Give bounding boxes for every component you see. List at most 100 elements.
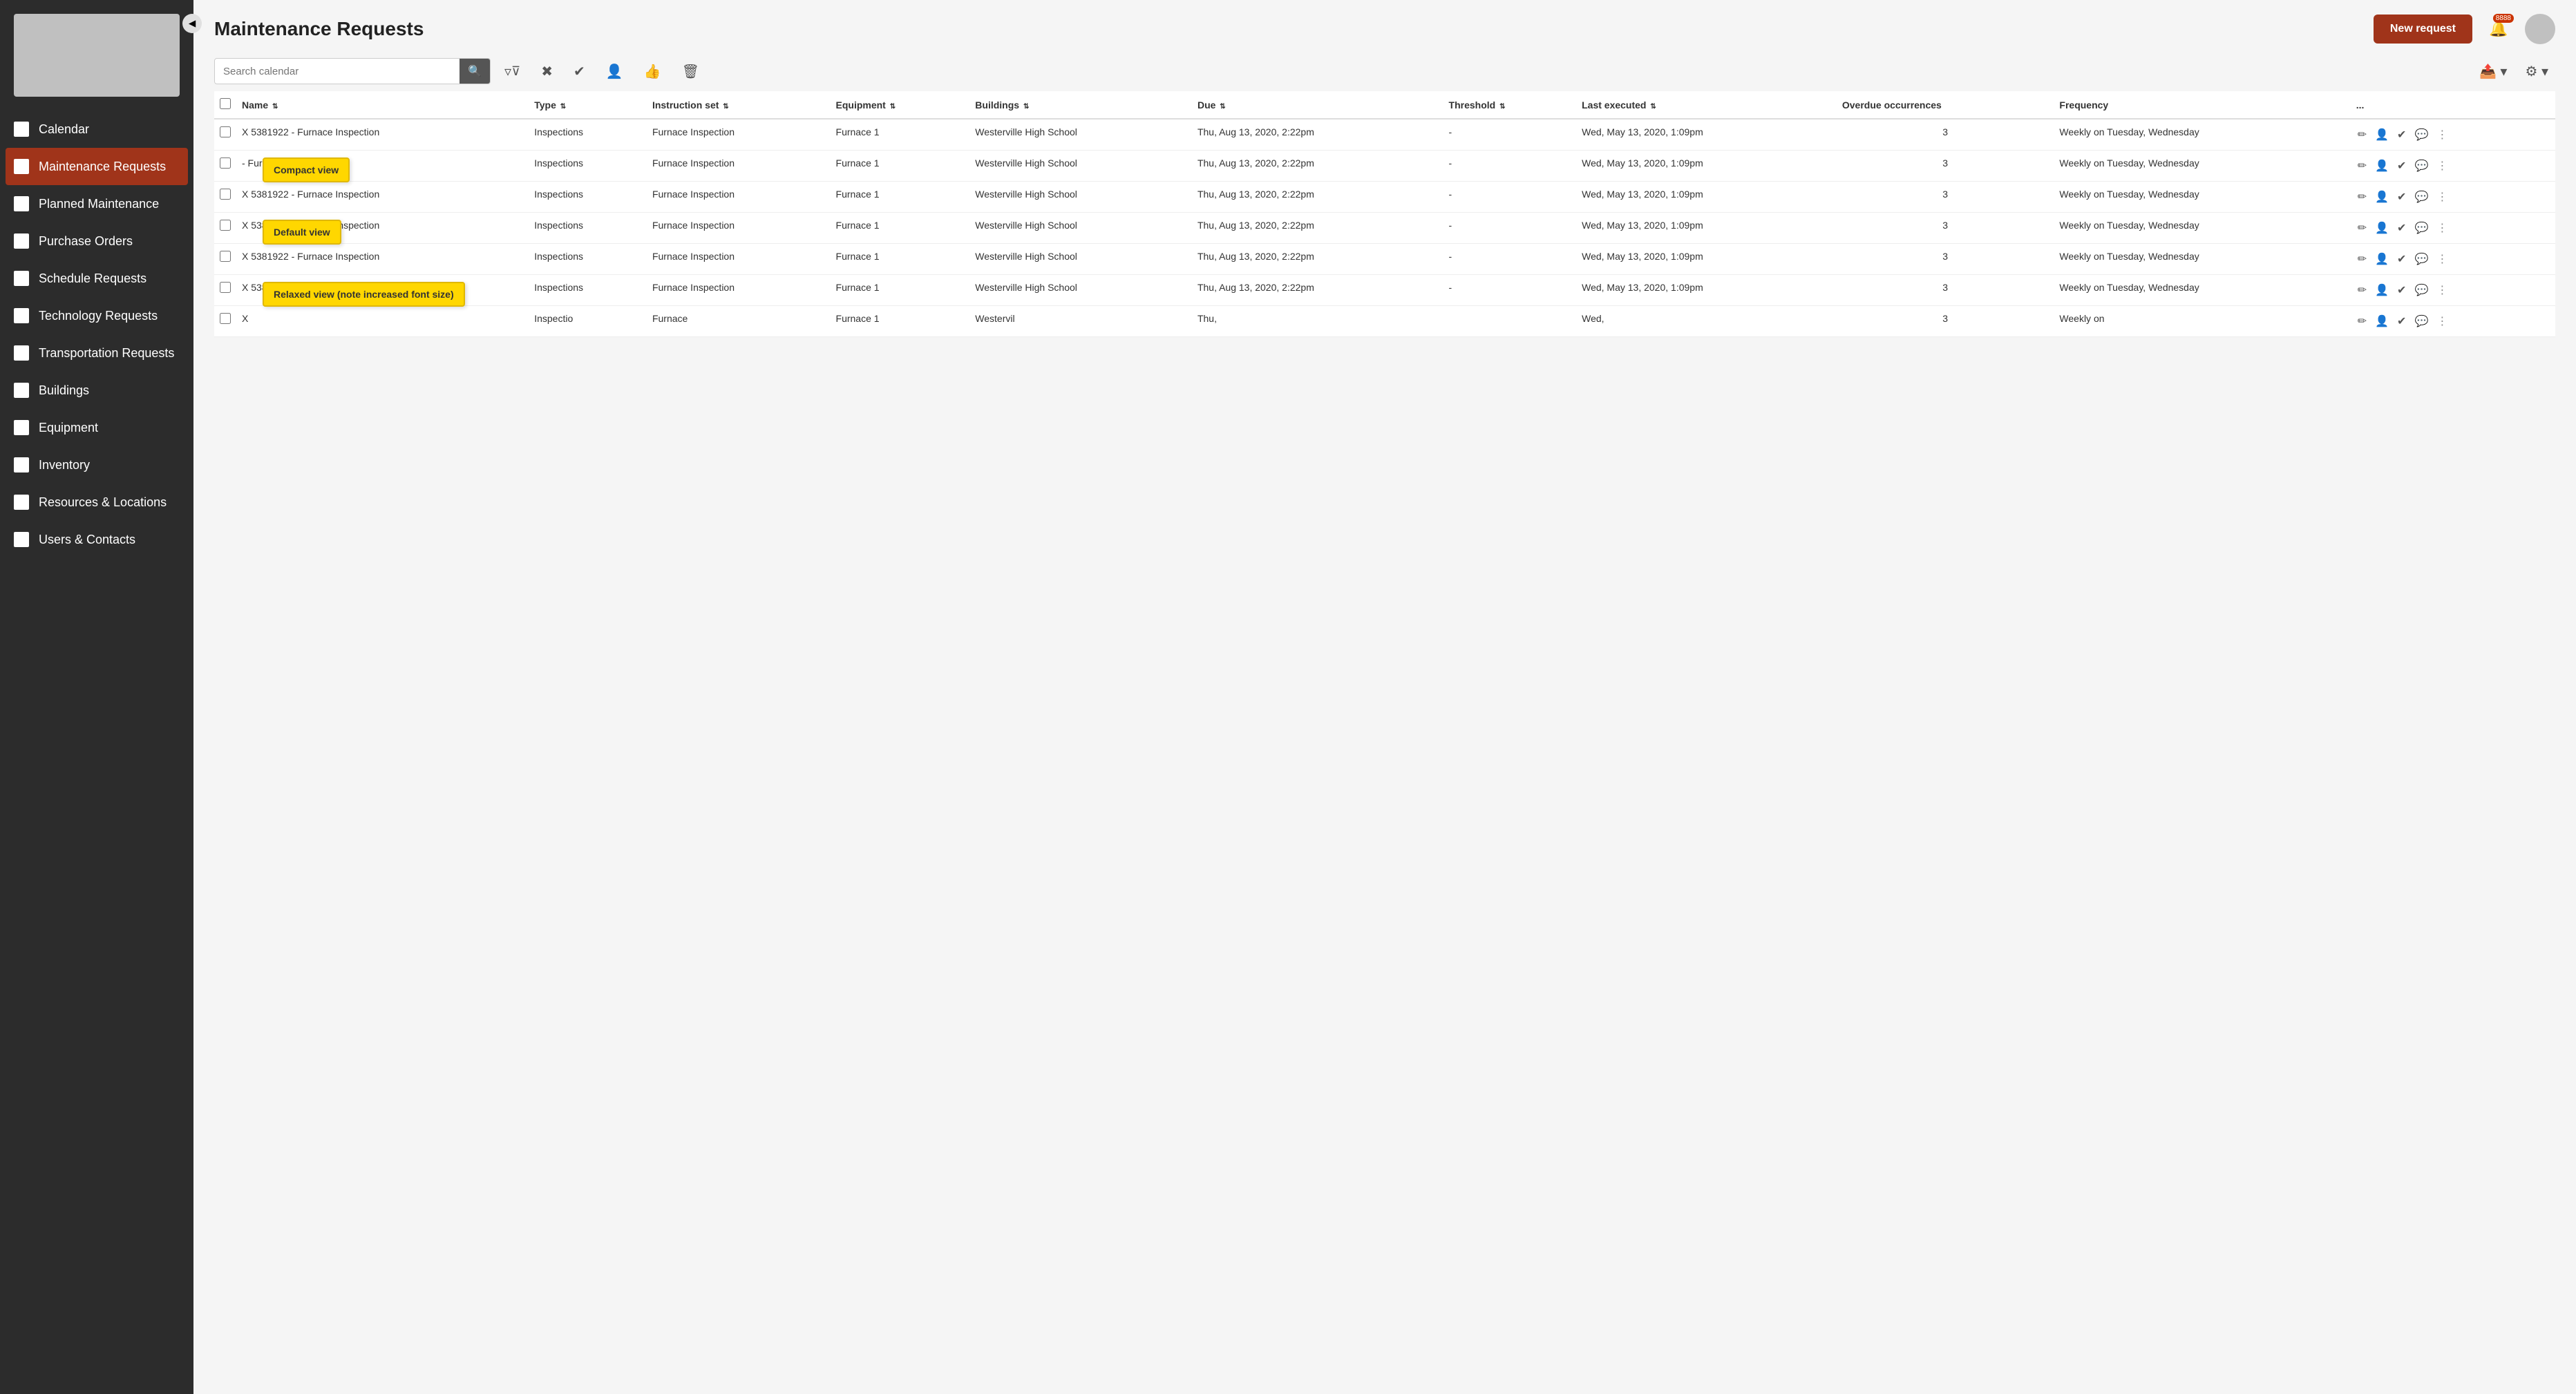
- more-button-1[interactable]: ⋮: [2435, 157, 2449, 174]
- row-checkbox-2[interactable]: [220, 189, 231, 200]
- more-button-4[interactable]: ⋮: [2435, 251, 2449, 267]
- edit-button-2[interactable]: ✏: [2356, 189, 2368, 205]
- search-input[interactable]: [215, 60, 460, 83]
- comment-button-1[interactable]: 💬: [2413, 157, 2430, 174]
- assign-button-5[interactable]: 👤: [2374, 282, 2390, 298]
- avatar[interactable]: [2525, 14, 2555, 44]
- row-checkbox-3[interactable]: [220, 220, 231, 231]
- sidebar-item-equipment[interactable]: Equipment: [0, 409, 193, 446]
- notification-bell[interactable]: 🔔 8888: [2483, 14, 2514, 44]
- edit-button-5[interactable]: ✏: [2356, 282, 2368, 298]
- assign-button-1[interactable]: 👤: [2374, 157, 2390, 174]
- col-threshold[interactable]: Threshold ⇅: [1443, 91, 1577, 119]
- assign-user-button[interactable]: 👤: [599, 59, 630, 84]
- filter-button[interactable]: ▿ ⊽: [498, 59, 527, 84]
- row-checkbox-4[interactable]: [220, 251, 231, 262]
- assign-button-0[interactable]: 👤: [2374, 126, 2390, 143]
- more-button-6[interactable]: ⋮: [2435, 313, 2449, 330]
- complete-button-3[interactable]: ✔: [2396, 220, 2407, 236]
- complete-button-0[interactable]: ✔: [2396, 126, 2407, 143]
- comment-button-2[interactable]: 💬: [2413, 189, 2430, 205]
- row-checkbox-5[interactable]: [220, 282, 231, 293]
- edit-button-4[interactable]: ✏: [2356, 251, 2368, 267]
- row-checkbox-cell-1: [214, 151, 236, 182]
- sidebar-item-buildings[interactable]: Buildings: [0, 372, 193, 409]
- comment-button-0[interactable]: 💬: [2413, 126, 2430, 143]
- cell-equipment-3: Furnace 1: [831, 213, 970, 244]
- col-frequency[interactable]: Frequency: [2054, 91, 2350, 119]
- col-last-executed[interactable]: Last executed ⇅: [1576, 91, 1837, 119]
- comment-button-3[interactable]: 💬: [2413, 220, 2430, 236]
- sidebar-label-technology-requests: Technology Requests: [39, 309, 158, 323]
- sidebar-item-transportation-requests[interactable]: Transportation Requests: [0, 334, 193, 372]
- more-button-0[interactable]: ⋮: [2435, 126, 2449, 143]
- sidebar-item-technology-requests[interactable]: Technology Requests: [0, 297, 193, 334]
- complete-button-4[interactable]: ✔: [2396, 251, 2407, 267]
- more-button-3[interactable]: ⋮: [2435, 220, 2449, 236]
- row-actions-1: ✏ 👤 ✔ 💬 ⋮: [2356, 157, 2550, 174]
- cell-due-0: Thu, Aug 13, 2020, 2:22pm: [1192, 119, 1443, 151]
- cell-overdue-4: 3: [1837, 244, 2054, 275]
- clear-filter-button[interactable]: ✖: [534, 59, 560, 84]
- assign-button-4[interactable]: 👤: [2374, 251, 2390, 267]
- sidebar-item-purchase-orders[interactable]: Purchase Orders: [0, 222, 193, 260]
- col-instruction-set[interactable]: Instruction set ⇅: [647, 91, 831, 119]
- more-button-2[interactable]: ⋮: [2435, 189, 2449, 205]
- table-row: X 5381922 - Furnace Inspection Inspectio…: [214, 119, 2555, 151]
- sidebar-item-planned-maintenance[interactable]: Planned Maintenance: [0, 185, 193, 222]
- complete-button-5[interactable]: ✔: [2396, 282, 2407, 298]
- thumbs-up-button[interactable]: 👍: [637, 59, 668, 84]
- row-checkbox-0[interactable]: [220, 126, 231, 137]
- edit-button-1[interactable]: ✏: [2356, 157, 2368, 174]
- comment-button-5[interactable]: 💬: [2413, 282, 2430, 298]
- sidebar-item-users-contacts[interactable]: Users & Contacts: [0, 521, 193, 558]
- cell-actions-0: ✏ 👤 ✔ 💬 ⋮: [2351, 119, 2555, 151]
- approve-button[interactable]: ✔: [567, 59, 592, 84]
- cell-threshold-6: [1443, 306, 1577, 337]
- settings-button[interactable]: ⚙ ▾: [2518, 59, 2555, 84]
- select-all-checkbox[interactable]: [220, 98, 231, 109]
- more-button-5[interactable]: ⋮: [2435, 282, 2449, 298]
- edit-button-0[interactable]: ✏: [2356, 126, 2368, 143]
- complete-button-1[interactable]: ✔: [2396, 157, 2407, 174]
- select-all-cell: [214, 91, 236, 119]
- col-overdue[interactable]: Overdue occurrences: [1837, 91, 2054, 119]
- assign-button-6[interactable]: 👤: [2374, 313, 2390, 330]
- col-name[interactable]: Name ⇅: [236, 91, 529, 119]
- complete-button-2[interactable]: ✔: [2396, 189, 2407, 205]
- sidebar-item-calendar[interactable]: Calendar: [0, 111, 193, 148]
- sidebar-label-buildings: Buildings: [39, 383, 89, 398]
- col-due[interactable]: Due ⇅: [1192, 91, 1443, 119]
- delete-button[interactable]: 🗑: [675, 59, 706, 84]
- col-buildings[interactable]: Buildings ⇅: [969, 91, 1192, 119]
- sidebar-item-maintenance-requests[interactable]: Maintenance Requests: [6, 148, 188, 185]
- col-type[interactable]: Type ⇅: [529, 91, 647, 119]
- cell-due-2: Thu, Aug 13, 2020, 2:22pm: [1192, 182, 1443, 213]
- cell-last-executed-3: Wed, May 13, 2020, 1:09pm: [1576, 213, 1837, 244]
- cell-buildings-2: Westerville High School: [969, 182, 1192, 213]
- sidebar-collapse-button[interactable]: ◀: [182, 14, 202, 33]
- cell-frequency-4: Weekly on Tuesday, Wednesday: [2054, 244, 2350, 275]
- cell-actions-5: ✏ 👤 ✔ 💬 ⋮: [2351, 275, 2555, 306]
- assign-button-3[interactable]: 👤: [2374, 220, 2390, 236]
- clear-filter-icon: ✖: [541, 63, 553, 80]
- row-checkbox-1[interactable]: [220, 157, 231, 169]
- comment-button-6[interactable]: 💬: [2413, 313, 2430, 330]
- sidebar-label-maintenance-requests: Maintenance Requests: [39, 160, 166, 174]
- maintenance-requests-table: Name ⇅ Type ⇅ Instruction set ⇅ Equipmen…: [214, 91, 2555, 337]
- new-request-button[interactable]: New request: [2374, 15, 2472, 44]
- sidebar-item-schedule-requests[interactable]: Schedule Requests: [0, 260, 193, 297]
- complete-button-6[interactable]: ✔: [2396, 313, 2407, 330]
- col-equipment[interactable]: Equipment ⇅: [831, 91, 970, 119]
- row-checkbox-6[interactable]: [220, 313, 231, 324]
- edit-button-3[interactable]: ✏: [2356, 220, 2368, 236]
- comment-button-4[interactable]: 💬: [2413, 251, 2430, 267]
- sidebar-item-resources-locations[interactable]: Resources & Locations: [0, 484, 193, 521]
- search-button[interactable]: 🔍: [460, 59, 490, 84]
- main-content: Maintenance Requests New request 🔔 8888 …: [193, 0, 2576, 1394]
- sidebar-item-inventory[interactable]: Inventory: [0, 446, 193, 484]
- header-actions: New request 🔔 8888: [2374, 14, 2555, 44]
- assign-button-2[interactable]: 👤: [2374, 189, 2390, 205]
- export-button[interactable]: 📤 ▾: [2472, 59, 2515, 84]
- edit-button-6[interactable]: ✏: [2356, 313, 2368, 330]
